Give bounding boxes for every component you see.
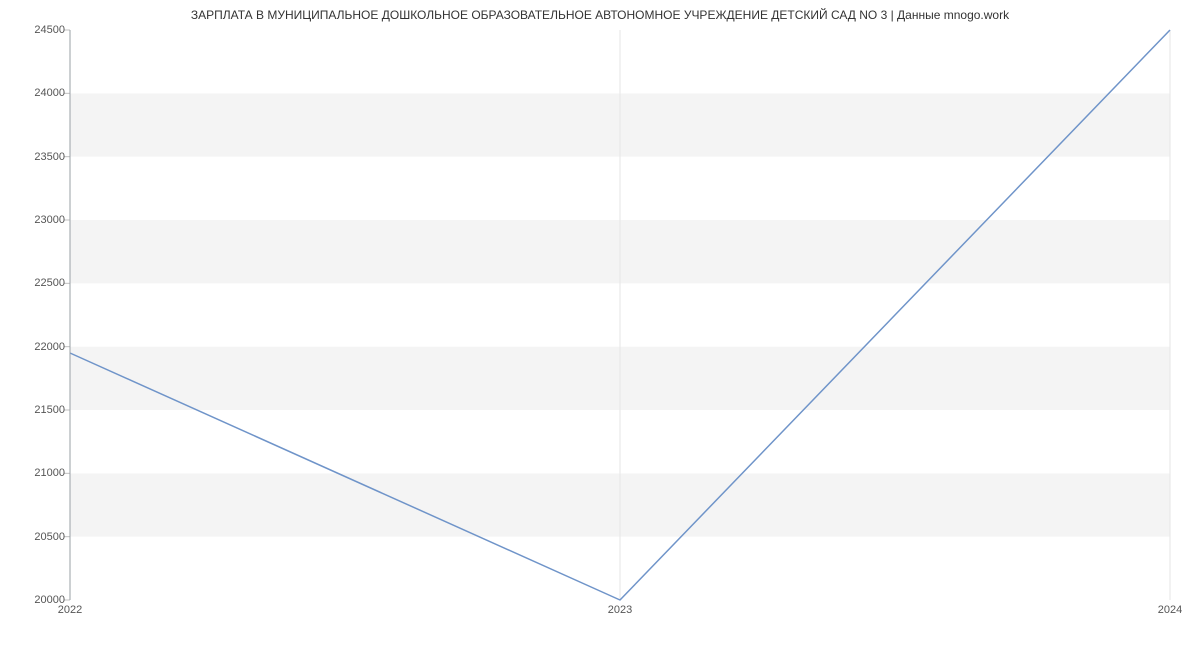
y-tick-label: 22500: [34, 277, 65, 289]
plot-area: [70, 30, 1170, 600]
plot-svg: [70, 30, 1170, 600]
y-tick-label: 22000: [34, 341, 65, 353]
y-tick-label: 24500: [34, 24, 65, 36]
y-tick-label: 24000: [34, 87, 65, 99]
y-tick-label: 20500: [34, 531, 65, 543]
y-tick-label: 23500: [34, 151, 65, 163]
y-tick-label: 20000: [34, 594, 65, 606]
x-tick-label: 2024: [1158, 604, 1182, 616]
chart-title: ЗАРПЛАТА В МУНИЦИПАЛЬНОЕ ДОШКОЛЬНОЕ ОБРА…: [0, 8, 1200, 22]
salary-line-chart: ЗАРПЛАТА В МУНИЦИПАЛЬНОЕ ДОШКОЛЬНОЕ ОБРА…: [0, 0, 1200, 650]
x-tick-label: 2023: [608, 604, 632, 616]
y-tick-label: 23000: [34, 214, 65, 226]
y-tick-label: 21000: [34, 467, 65, 479]
y-tick-label: 21500: [34, 404, 65, 416]
